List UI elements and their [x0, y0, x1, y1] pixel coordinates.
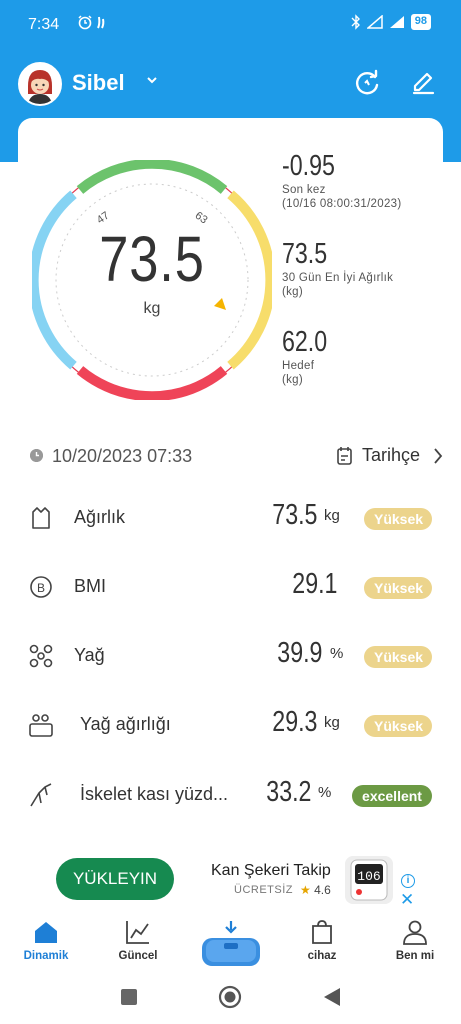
- stat-last-change: -0.95 Son kez (10/16 08:00:31/2023): [282, 150, 401, 211]
- signal-icon: [366, 15, 383, 29]
- status-badge: Yüksek: [364, 577, 432, 599]
- ad-rating-value: 4.6: [314, 883, 331, 897]
- fat-icon: [29, 644, 53, 668]
- metric-unit: %: [318, 784, 332, 801]
- stat-sublabel: (10/16 08:00:31/2023): [282, 198, 402, 210]
- scale-measure-button[interactable]: [200, 920, 262, 970]
- ad-image[interactable]: 106: [345, 856, 393, 904]
- app-header: Sibel: [0, 60, 461, 106]
- weight-icon: [32, 507, 50, 529]
- home-button-icon[interactable]: [218, 985, 242, 1009]
- stat-label: Hedef: [282, 360, 315, 372]
- stat-value: 62.0: [282, 326, 328, 358]
- user-icon: [403, 920, 427, 945]
- system-navigation-bar: [0, 972, 461, 1024]
- battery-indicator: 98: [410, 14, 431, 30]
- star-icon: ★: [300, 883, 311, 897]
- refresh-icon[interactable]: [352, 68, 382, 98]
- chevron-right-icon[interactable]: [432, 446, 444, 466]
- tab-dinamik[interactable]: Dinamik: [6, 910, 86, 972]
- close-icon[interactable]: ✕: [400, 890, 414, 910]
- current-weight-unit: kg: [143, 300, 161, 317]
- ad-subtitle: ÜCRETSİZ: [234, 884, 293, 896]
- clock-icon: [30, 449, 43, 462]
- metric-row-weight[interactable]: Ağırlık 73.5 kg Yüksek: [0, 494, 461, 544]
- stat-label: 30 Gün En İyi Ağırlık: [282, 272, 394, 284]
- status-badge: excellent: [352, 785, 432, 807]
- metric-unit: %: [330, 645, 344, 662]
- tab-label: Dinamik: [23, 950, 69, 962]
- metric-label: Yağ ağırlığı: [80, 714, 171, 734]
- ad-rating: ★ 4.6: [300, 883, 331, 897]
- stat-sublabel: (kg): [282, 374, 304, 386]
- metric-row-bmi[interactable]: B BMI 29.1 Yüksek: [0, 563, 461, 613]
- status-badge: Yüksek: [364, 508, 432, 530]
- tab-label: Güncel: [118, 950, 158, 962]
- status-time: 7:34: [28, 16, 60, 33]
- metric-value: 33.2: [265, 776, 311, 808]
- tab-cihaz[interactable]: cihaz: [282, 910, 362, 972]
- home-icon: [35, 922, 57, 943]
- tab-label: cihaz: [307, 950, 337, 962]
- avatar[interactable]: [18, 62, 62, 106]
- stat-value: -0.95: [282, 150, 335, 182]
- stat-best-weight: 73.5 30 Gün En İyi Ağırlık (kg): [282, 238, 393, 299]
- status-bar: 7:34 98: [0, 0, 461, 50]
- tab-guncel[interactable]: Güncel: [98, 910, 178, 972]
- metric-label: Yağ: [74, 645, 105, 665]
- current-weight-value: 73.5: [99, 223, 205, 295]
- ad-banner: YÜKLEYIN Kan Şekeri Takip ÜCRETSİZ ★ 4.6…: [0, 850, 461, 910]
- svg-text:B: B: [37, 581, 45, 595]
- device-bag-icon: [312, 920, 332, 944]
- signal-2-icon: [389, 16, 404, 28]
- install-button[interactable]: YÜKLEYIN: [56, 858, 174, 900]
- info-icon[interactable]: i: [401, 874, 415, 888]
- metric-row-fat-weight[interactable]: Yağ ağırlığı 29.3 kg Yüksek: [0, 701, 461, 751]
- metric-label: BMI: [74, 576, 107, 596]
- tab-label: Ben mi: [395, 950, 435, 962]
- skeletal-muscle-icon: [30, 783, 52, 807]
- metric-value: 73.5: [271, 499, 317, 531]
- ad-image-text: 106: [357, 869, 380, 884]
- metric-unit: kg: [324, 507, 340, 524]
- tab-ben-mi[interactable]: Ben mi: [375, 910, 455, 972]
- measurement-date-row: 10/20/2023 07:33 Tarihçe: [0, 440, 461, 472]
- edit-icon[interactable]: [408, 68, 438, 98]
- bluetooth-icon: [351, 14, 360, 30]
- stat-value: 73.5: [282, 238, 328, 270]
- metric-value: 29.1: [291, 568, 337, 600]
- history-icon[interactable]: [336, 446, 354, 466]
- measurement-datetime: 10/20/2023 07:33: [52, 446, 193, 466]
- chevron-down-icon[interactable]: [146, 72, 158, 88]
- metric-value: 39.9: [276, 637, 322, 669]
- alarm-icon: [70, 14, 110, 34]
- status-badge: Yüksek: [364, 646, 432, 668]
- back-icon[interactable]: [322, 986, 342, 1008]
- stat-target: 62.0 Hedef (kg): [282, 326, 338, 387]
- metric-row-skeletal-muscle[interactable]: İskelet kası yüzd... 33.2 % excellent: [0, 771, 461, 821]
- stat-label: Son kez: [282, 184, 326, 196]
- metric-value: 29.3: [271, 706, 317, 738]
- username[interactable]: Sibel: [72, 70, 125, 96]
- ad-title[interactable]: Kan Şekeri Takip: [211, 862, 331, 880]
- metric-label: İskelet kası yüzd...: [80, 784, 229, 804]
- history-link[interactable]: Tarihçe: [362, 445, 420, 466]
- scale-icon: [202, 921, 260, 966]
- metric-label: Ağırlık: [74, 507, 126, 527]
- fat-weight-icon: [29, 714, 53, 737]
- chart-icon: [126, 921, 149, 944]
- metric-unit: kg: [324, 714, 340, 731]
- stat-sublabel: (kg): [282, 286, 304, 298]
- status-badge: Yüksek: [364, 715, 432, 737]
- bmi-icon: B: [30, 576, 52, 598]
- recents-icon[interactable]: [120, 988, 138, 1006]
- metric-row-fat[interactable]: Yağ 39.9 % Yüksek: [0, 632, 461, 682]
